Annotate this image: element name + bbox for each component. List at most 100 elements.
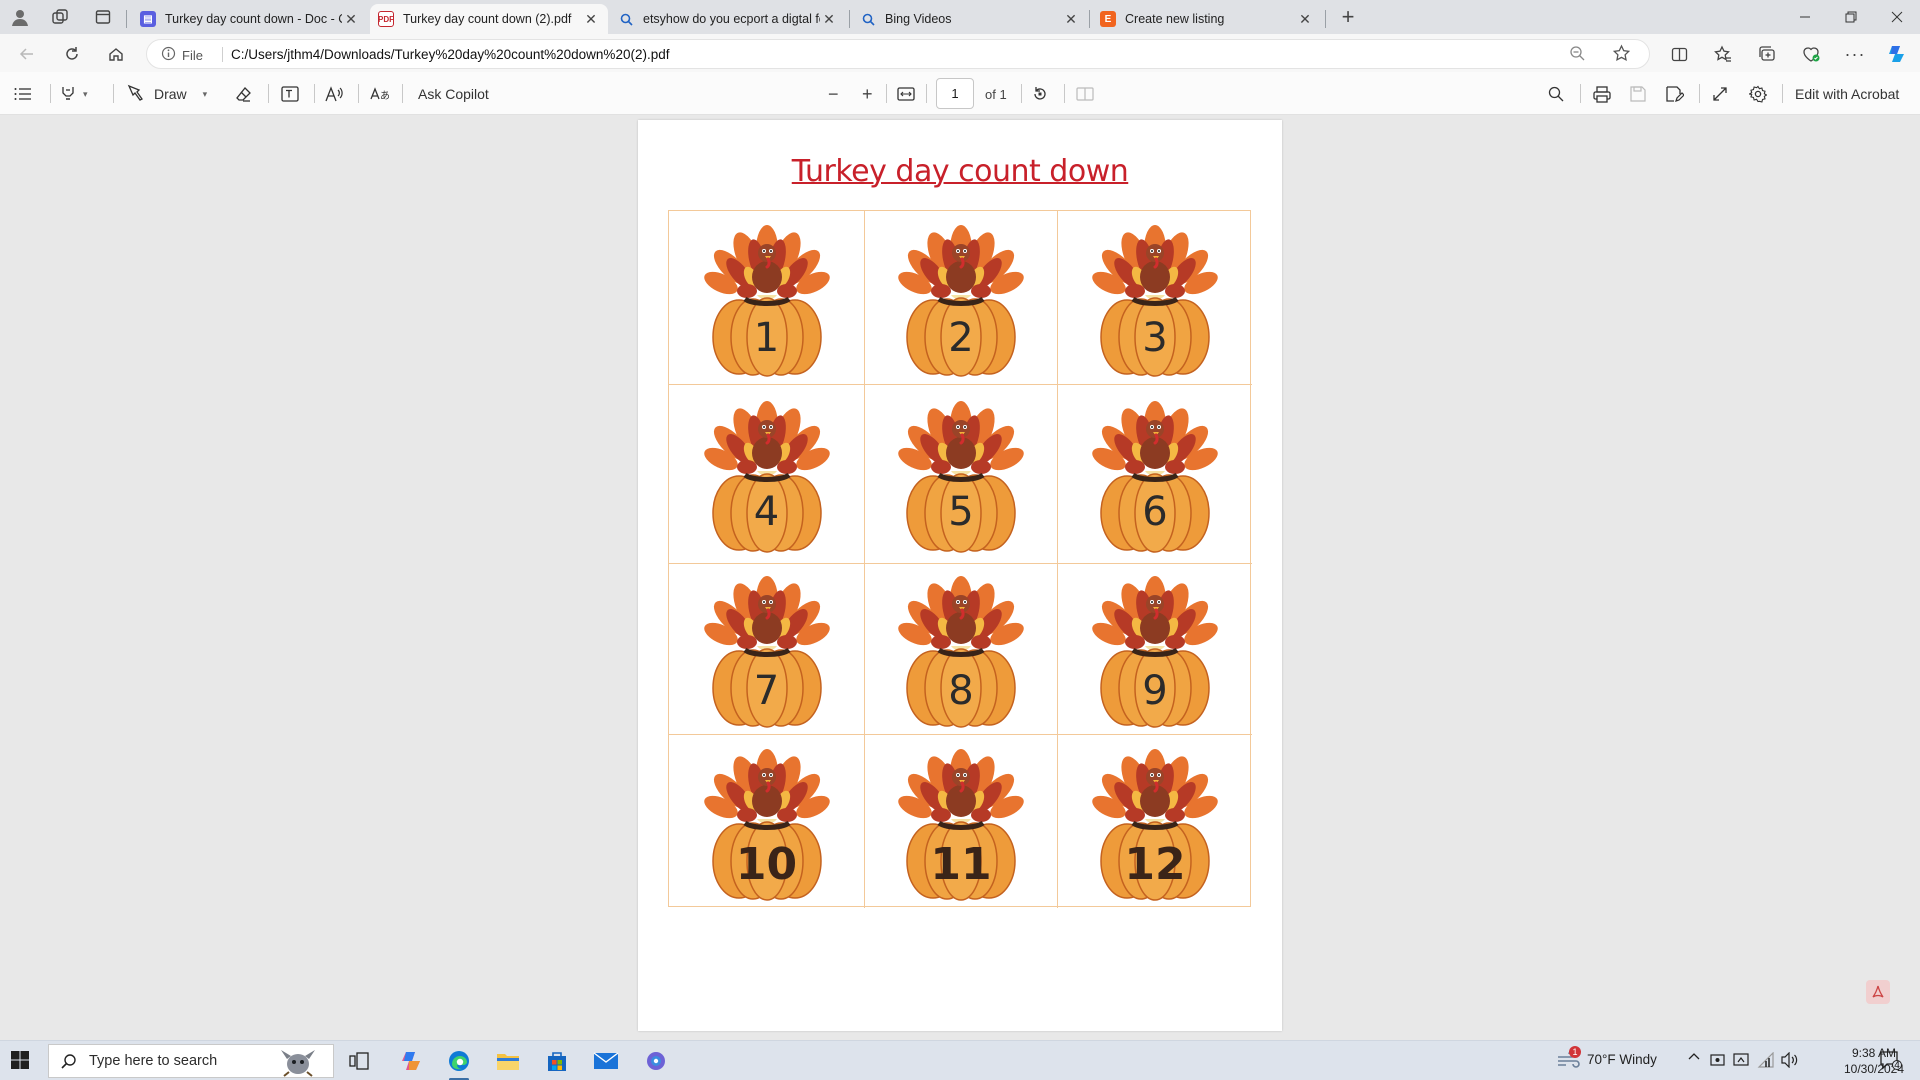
- page-view-icon[interactable]: [1076, 83, 1094, 105]
- etsy-icon: E: [1100, 11, 1116, 27]
- task-view-icon[interactable]: [343, 1045, 375, 1077]
- site-info-button[interactable]: File: [161, 46, 203, 64]
- toolbar-divider: [1782, 84, 1783, 103]
- eraser-icon[interactable]: [235, 83, 252, 105]
- favorite-star-icon[interactable]: [1612, 44, 1631, 66]
- mail-icon[interactable]: [590, 1045, 622, 1077]
- contents-icon[interactable]: [14, 83, 32, 105]
- translate-icon[interactable]: あ: [370, 83, 389, 105]
- ask-copilot-label: Ask Copilot: [418, 86, 489, 102]
- copilot-app-icon[interactable]: [395, 1045, 427, 1077]
- zoom-in-icon[interactable]: +: [862, 83, 873, 105]
- chevron-down-icon[interactable]: ▾: [203, 89, 208, 100]
- close-tab-icon[interactable]: ✕: [1062, 10, 1080, 28]
- find-icon[interactable]: [1548, 83, 1564, 105]
- chevron-up-icon[interactable]: [1687, 1050, 1701, 1067]
- toolbar-divider: [50, 84, 51, 103]
- pdf-viewer[interactable]: Turkey day count down 1 2 3 4 5 6 7 8 9 10 11 12: [4, 116, 1916, 1036]
- copilot-icon[interactable]: [1884, 41, 1910, 67]
- toolbar-divider: [1580, 84, 1581, 103]
- minimize-icon[interactable]: [1782, 0, 1828, 34]
- browser-essentials-icon[interactable]: [1798, 41, 1824, 67]
- settings-gear-icon[interactable]: [1749, 83, 1767, 105]
- countdown-grid: 1 2 3 4 5 6 7 8 9 10 11 12: [668, 210, 1252, 908]
- countdown-number: 12: [1124, 839, 1186, 890]
- countdown-cell: 7: [669, 564, 865, 735]
- toolbar-divider: [314, 84, 315, 103]
- search-icon: [860, 11, 876, 27]
- toolbar-divider: [1021, 84, 1022, 103]
- toolbar-divider: [402, 84, 403, 103]
- chevron-down-icon[interactable]: ▾: [83, 89, 88, 100]
- fit-page-icon[interactable]: [897, 83, 915, 105]
- countdown-number: 6: [1142, 489, 1168, 535]
- meet-now-icon[interactable]: [1710, 1052, 1725, 1071]
- weather-text[interactable]: 70°F Windy: [1587, 1052, 1657, 1067]
- back-icon[interactable]: [14, 41, 40, 67]
- ask-copilot-button[interactable]: Ask Copilot: [418, 83, 489, 105]
- url-text[interactable]: C:/Users/jthm4/Downloads/Turkey%20day%20…: [231, 47, 669, 62]
- close-tab-icon[interactable]: ✕: [582, 10, 600, 28]
- taskbar: Type here to search 1 70°F Windy 9:38 AM…: [0, 1040, 1920, 1080]
- workspaces-icon[interactable]: [49, 6, 71, 28]
- read-aloud-icon[interactable]: [325, 83, 343, 105]
- more-menu-icon[interactable]: ···: [1842, 41, 1868, 67]
- countdown-cell: 3: [1058, 211, 1252, 385]
- save-icon[interactable]: [1630, 83, 1646, 105]
- file-explorer-icon[interactable]: [492, 1045, 524, 1077]
- countdown-cell: 10: [669, 735, 865, 908]
- capture-icon[interactable]: [1733, 1052, 1749, 1070]
- close-window-icon[interactable]: [1874, 0, 1920, 34]
- microsoft-store-icon[interactable]: [541, 1045, 573, 1077]
- page-number-input[interactable]: 1: [936, 78, 974, 109]
- countdown-number: 7: [753, 668, 780, 714]
- home-icon[interactable]: [103, 41, 129, 67]
- tab-canva-doc[interactable]: ▤ Turkey day count down - Doc - Ca ✕: [132, 4, 368, 34]
- edit-with-acrobat-label: Edit with Acrobat: [1795, 86, 1900, 102]
- acrobat-icon[interactable]: [1866, 980, 1890, 1004]
- windows-start-icon[interactable]: [10, 1050, 32, 1072]
- tab-search-etsy[interactable]: etsyhow do you ecport a digtal fo ✕: [610, 4, 846, 34]
- network-icon[interactable]: [1757, 1051, 1775, 1071]
- zoom-out-icon[interactable]: [1569, 45, 1586, 65]
- favorites-icon[interactable]: [1710, 41, 1736, 67]
- rotate-icon[interactable]: [1031, 83, 1049, 105]
- tab-etsy-listing[interactable]: E Create new listing ✕: [1092, 4, 1322, 34]
- pen-icon: [127, 84, 144, 104]
- tab-pdf[interactable]: PDF Turkey day count down (2).pdf ✕: [370, 4, 608, 34]
- print-icon[interactable]: [1593, 83, 1611, 105]
- collections-icon[interactable]: [1754, 41, 1780, 67]
- notification-count: 4: [1894, 1060, 1900, 1071]
- profile-icon[interactable]: [9, 6, 31, 28]
- pdf-icon: PDF: [378, 11, 394, 27]
- scheme-label: File: [182, 47, 203, 63]
- zoom-out-icon[interactable]: −: [828, 83, 839, 105]
- countdown-cell: 12: [1058, 735, 1252, 908]
- app-settings-icon[interactable]: [640, 1045, 672, 1077]
- save-as-icon[interactable]: [1666, 83, 1684, 105]
- highlight-button[interactable]: ▾: [60, 83, 88, 105]
- add-text-icon[interactable]: [281, 83, 299, 105]
- svg-text:あ: あ: [380, 90, 389, 102]
- close-tab-icon[interactable]: ✕: [1296, 10, 1314, 28]
- edit-with-acrobat-button[interactable]: Edit with Acrobat: [1795, 83, 1899, 105]
- toolbar-divider: [358, 84, 359, 103]
- tab-actions-icon[interactable]: [92, 6, 114, 28]
- close-tab-icon[interactable]: ✕: [342, 10, 360, 28]
- new-tab-icon[interactable]: +: [1337, 4, 1359, 29]
- tab-divider: [1325, 10, 1326, 28]
- taskbar-search[interactable]: Type here to search: [48, 1044, 334, 1078]
- weather-alert-badge: 1: [1569, 1046, 1581, 1058]
- draw-button[interactable]: Draw ▾: [127, 83, 207, 105]
- tab-bing-videos[interactable]: Bing Videos ✕: [852, 4, 1088, 34]
- refresh-icon[interactable]: [59, 41, 85, 67]
- countdown-number: 2: [948, 315, 974, 361]
- countdown-number: 8: [948, 668, 974, 714]
- edge-app-icon[interactable]: [443, 1045, 475, 1080]
- restore-icon[interactable]: [1828, 0, 1874, 34]
- address-bar[interactable]: File C:/Users/jthm4/Downloads/Turkey%20d…: [146, 39, 1650, 69]
- fullscreen-icon[interactable]: [1712, 83, 1728, 105]
- split-screen-icon[interactable]: [1666, 41, 1692, 67]
- volume-icon[interactable]: [1781, 1051, 1799, 1071]
- close-tab-icon[interactable]: ✕: [820, 10, 838, 28]
